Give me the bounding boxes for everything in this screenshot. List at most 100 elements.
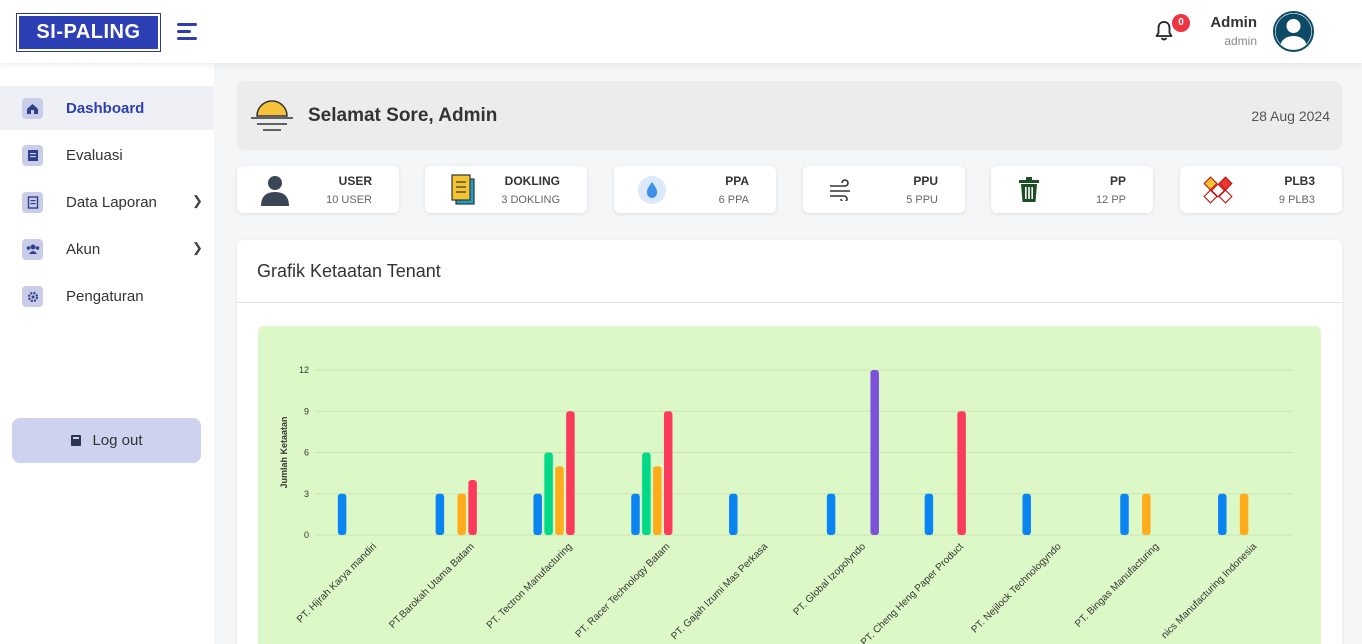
- stat-card-dokling[interactable]: DOKLING 3 DOKLING: [425, 166, 587, 213]
- y-tick-label: 12: [299, 365, 309, 375]
- x-tick-label: PT. Bingas Manufacturing: [1073, 541, 1161, 629]
- sidebar-item-pengaturan[interactable]: Pengaturan: [0, 274, 214, 318]
- bar[interactable]: [826, 493, 836, 535]
- sidebar-item-label: Pengaturan: [66, 288, 144, 305]
- y-tick-label: 9: [304, 406, 309, 416]
- stat-count: 12 PP: [1096, 194, 1126, 206]
- documents-icon: [447, 174, 479, 206]
- users-icon: [22, 239, 43, 260]
- sidebar-item-data-laporan[interactable]: Data Laporan ❯: [0, 180, 214, 224]
- bar-chart: 0 3 6 9 12 Jumlah Ketaatan PT. Hijrah Karya ma…: [279, 365, 1293, 644]
- chevron-right-icon: ❯: [192, 240, 203, 255]
- bar[interactable]: [729, 493, 738, 535]
- bar[interactable]: [457, 493, 466, 535]
- document-icon: [22, 145, 43, 166]
- bar[interactable]: [435, 493, 445, 535]
- sidebar-item-dashboard[interactable]: Dashboard: [0, 86, 214, 130]
- x-tick-label: PT.Barokah Utama Batam: [387, 541, 477, 631]
- house-icon: [22, 98, 43, 119]
- sidebar-item-label: Dashboard: [66, 100, 145, 117]
- sidebar: Dashboard Evaluasi Data Laporan ❯ Akun ❯…: [0, 63, 214, 644]
- gear-icon: [22, 286, 43, 307]
- bar[interactable]: [1120, 493, 1129, 535]
- stat-title: PPA: [725, 174, 749, 188]
- sidebar-item-label: Data Laporan: [66, 194, 157, 211]
- bar[interactable]: [337, 493, 347, 535]
- stat-title: PLB3: [1284, 174, 1315, 188]
- greeting-banner: Selamat Sore, Admin 28 Aug 2024: [237, 81, 1342, 150]
- sidebar-item-evaluasi[interactable]: Evaluasi: [0, 133, 214, 177]
- hamburger-menu-icon[interactable]: [177, 23, 197, 41]
- bar[interactable]: [663, 411, 673, 535]
- x-tick-label: PT. Cheng Heng Paper Product: [859, 541, 966, 644]
- stat-card-plb3[interactable]: PLB3 9 PLB3: [1180, 166, 1342, 213]
- stat-count: 5 PPU: [906, 194, 938, 206]
- bar[interactable]: [631, 493, 640, 535]
- logout-label: Log out: [92, 432, 143, 449]
- logout-icon: [71, 435, 82, 446]
- chart-area: 0 3 6 9 12 Jumlah Ketaatan PT. Hijrah Karya ma…: [258, 326, 1321, 644]
- stat-count: 3 DOKLING: [501, 194, 560, 206]
- stat-card-ppu[interactable]: PPU 5 PPU: [803, 166, 965, 213]
- bar[interactable]: [566, 411, 575, 535]
- stat-count: 10 USER: [326, 194, 372, 206]
- stat-title: PPU: [913, 174, 938, 188]
- sidebar-item-label: Akun: [66, 241, 101, 258]
- bar[interactable]: [1218, 493, 1227, 535]
- bar[interactable]: [555, 466, 564, 535]
- greeting-text: Selamat Sore, Admin: [308, 105, 498, 126]
- stat-count: 9 PLB3: [1278, 194, 1315, 206]
- x-tick-label: PT. Racer Technology Batam: [574, 541, 673, 640]
- logo-text: SI-PALING: [19, 16, 158, 49]
- bar[interactable]: [1142, 493, 1151, 535]
- avatar[interactable]: [1273, 11, 1314, 52]
- x-tick-label: nics Manufacturing Indonesia: [1159, 541, 1259, 641]
- chart-title: Grafik Ketaatan Tenant: [257, 261, 441, 281]
- hazard-icon: [1202, 174, 1234, 206]
- sunset-icon: [251, 100, 293, 131]
- sidebar-item-akun[interactable]: Akun ❯: [0, 227, 214, 271]
- bar[interactable]: [870, 370, 879, 535]
- x-tick-label: PT. Hijrah Karya mandiri: [295, 541, 379, 625]
- divider: [237, 302, 1342, 303]
- water-drop-icon: [636, 174, 668, 206]
- y-axis-label: Jumlah Ketaatan: [279, 416, 289, 488]
- bar[interactable]: [544, 452, 553, 536]
- stat-card-pp[interactable]: PP 12 PP: [991, 166, 1153, 213]
- chevron-right-icon: ❯: [192, 193, 203, 208]
- app-logo[interactable]: SI-PALING: [16, 13, 161, 52]
- stat-card-user[interactable]: USER 10 USER: [237, 166, 399, 213]
- x-tick-label: PT. Tectron Manufacturing: [485, 541, 575, 631]
- notification-badge: 0: [1172, 14, 1190, 32]
- stat-count: 6 PPA: [718, 194, 749, 206]
- bar[interactable]: [1239, 493, 1249, 535]
- bar[interactable]: [642, 452, 651, 536]
- y-tick-label: 6: [304, 448, 309, 458]
- x-tick-label: PT. Nejilock Technologyndo: [969, 541, 1063, 635]
- x-tick-label: PT. Gajah Izumi Mas Perkasa: [669, 541, 770, 642]
- top-header: SI-PALING 0 Admin admin: [0, 0, 1362, 63]
- x-tick-label: PT. Global Izopolyndo: [791, 541, 868, 618]
- report-icon: [22, 192, 43, 213]
- bar[interactable]: [653, 466, 662, 535]
- trash-icon: [1013, 174, 1045, 206]
- bar[interactable]: [957, 411, 966, 535]
- bar[interactable]: [533, 493, 542, 535]
- logout-button[interactable]: Log out: [12, 418, 201, 463]
- chart-card: Grafik Ketaatan Tenant 0 3 6 9 12 Jumlah Keta…: [237, 240, 1342, 644]
- stat-title: USER: [338, 174, 372, 188]
- y-tick-label: 0: [304, 530, 309, 540]
- y-tick-label: 3: [304, 489, 309, 499]
- bar[interactable]: [924, 493, 934, 535]
- bar[interactable]: [468, 480, 477, 535]
- user-role: admin: [1224, 34, 1257, 48]
- sidebar-item-label: Evaluasi: [66, 147, 123, 164]
- stat-title: DOKLING: [504, 174, 560, 188]
- user-icon: [259, 174, 291, 206]
- greeting-date: 28 Aug 2024: [1251, 108, 1330, 124]
- stat-title: PP: [1109, 174, 1126, 188]
- stat-card-ppa[interactable]: PPA 6 PPA: [614, 166, 776, 213]
- wind-icon: [825, 174, 857, 206]
- user-name: Admin: [1210, 14, 1257, 31]
- bar[interactable]: [1022, 493, 1031, 535]
